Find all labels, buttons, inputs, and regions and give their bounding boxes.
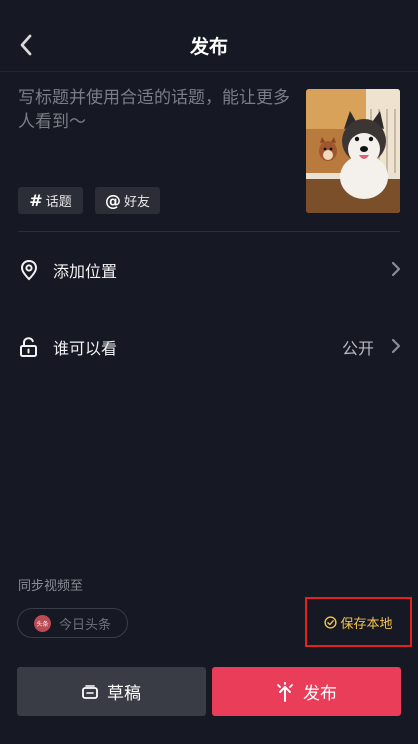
friend-chip-label: 好友 bbox=[123, 195, 150, 210]
topic-chip-label: 话题 bbox=[45, 195, 72, 210]
publish-page: 发布 写标题并使用合适的话题，能让更多人看到～ # 话题 @ 好友 添加位置 谁… bbox=[0, 0, 418, 744]
add-location-label: 添加位置 bbox=[53, 262, 118, 281]
save-local-label: 保存本地 bbox=[340, 616, 393, 632]
at-icon: @ bbox=[104, 191, 121, 210]
page-title: 发布 bbox=[189, 36, 228, 58]
location-pin-icon bbox=[20, 259, 38, 281]
draft-box-icon bbox=[82, 684, 98, 699]
check-circle-icon bbox=[324, 615, 338, 629]
toutiao-logo-icon: 头条 bbox=[34, 614, 51, 632]
add-location-row[interactable]: 添加位置 bbox=[0, 247, 418, 291]
hashtag-icon: # bbox=[29, 191, 43, 210]
toutiao-label: 今日头条 bbox=[59, 617, 112, 633]
publish-arrow-icon bbox=[277, 681, 293, 702]
header-bar: 发布 bbox=[0, 0, 418, 72]
caption-input[interactable]: 写标题并使用合适的话题，能让更多人看到～ bbox=[18, 86, 298, 134]
who-can-view-label: 谁可以看 bbox=[53, 339, 118, 358]
unlock-icon bbox=[20, 337, 37, 357]
chevron-right-icon bbox=[391, 338, 401, 354]
sync-to-label: 同步视频至 bbox=[18, 579, 84, 594]
topic-chip-button[interactable]: # 话题 bbox=[18, 187, 83, 214]
divider bbox=[18, 231, 400, 232]
draft-button[interactable]: 草稿 bbox=[17, 667, 206, 716]
save-local-checkbox[interactable]: 保存本地 bbox=[305, 597, 412, 647]
dog-photo-image bbox=[306, 89, 400, 213]
toutiao-sync-toggle[interactable]: 头条 今日头条 bbox=[17, 608, 128, 638]
friend-chip-button[interactable]: @ 好友 bbox=[95, 187, 160, 214]
publish-button[interactable]: 发布 bbox=[212, 667, 401, 716]
chevron-right-icon bbox=[391, 261, 401, 277]
video-cover-thumbnail[interactable] bbox=[306, 89, 400, 213]
draft-button-label: 草稿 bbox=[107, 684, 141, 704]
who-can-view-row[interactable]: 谁可以看 公开 bbox=[0, 324, 418, 368]
visibility-value: 公开 bbox=[341, 339, 374, 358]
publish-button-label: 发布 bbox=[303, 684, 337, 704]
